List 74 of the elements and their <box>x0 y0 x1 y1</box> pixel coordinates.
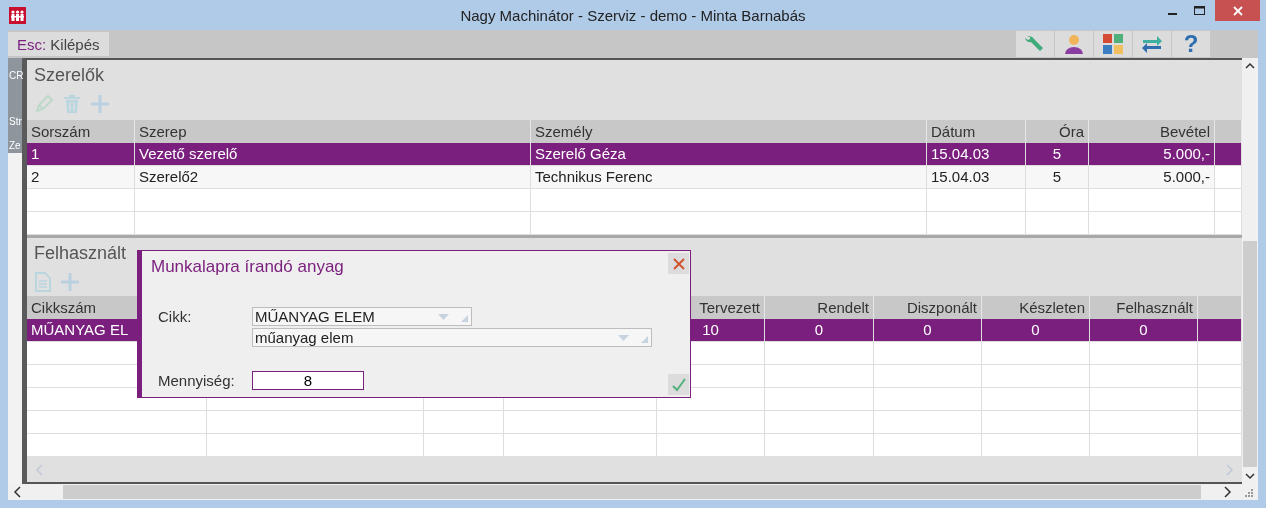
close-icon <box>672 257 685 270</box>
item-code-combo[interactable]: MŰANYAG ELEM <box>252 307 472 326</box>
exit-button[interactable]: Esc: Kilépés <box>8 32 109 56</box>
table-cell: 15.04.03 <box>927 143 1026 166</box>
column-header[interactable]: Felhasznált <box>1090 296 1198 319</box>
table-cell <box>1198 411 1242 434</box>
checkmark-icon <box>671 377 686 392</box>
dropdown-arrow-icon <box>618 335 629 341</box>
modules-button[interactable] <box>1094 31 1132 57</box>
table-cell: 1 <box>27 143 135 166</box>
column-header[interactable]: Rendelt <box>765 296 874 319</box>
minimize-icon <box>1168 13 1177 15</box>
table-cell: 15.04.03 <box>927 166 1026 189</box>
dropdown-arrow-icon <box>438 314 449 320</box>
side-label: Ze <box>9 140 21 151</box>
user-button[interactable] <box>1055 31 1093 57</box>
column-header[interactable]: Diszponált <box>874 296 982 319</box>
close-icon <box>1232 5 1243 16</box>
person-icon <box>1063 34 1085 54</box>
table-cell <box>1198 388 1242 411</box>
table-cell <box>1026 189 1089 212</box>
close-button[interactable] <box>1215 0 1260 21</box>
scroll-right-icon[interactable] <box>1224 486 1232 498</box>
column-header[interactable]: Személy <box>531 120 927 143</box>
side-label: Str <box>9 116 22 127</box>
help-button[interactable]: ? <box>1172 31 1210 57</box>
scroll-left-icon[interactable] <box>13 486 21 498</box>
close-button[interactable] <box>668 253 689 274</box>
table-cell: Vezető szerelő <box>135 143 531 166</box>
column-header[interactable]: Szerep <box>135 120 531 143</box>
table-cell: 5.000,- <box>1089 166 1215 189</box>
confirm-button[interactable] <box>668 374 689 395</box>
app-logo-icon <box>9 6 26 24</box>
quantity-field[interactable]: 8 <box>252 371 364 390</box>
column-header[interactable]: Sorszám <box>27 120 135 143</box>
resize-grip-icon <box>461 315 468 322</box>
table-cell: 2 <box>27 166 135 189</box>
wrench-button[interactable] <box>1016 31 1054 57</box>
wrench-icon <box>1024 34 1046 54</box>
section-title: Felhasznált <box>33 242 127 265</box>
column-header[interactable]: Bevétel <box>1089 120 1215 143</box>
resize-grip-icon <box>641 336 648 343</box>
table-cell: 0 <box>765 319 874 342</box>
swap-arrows-icon <box>1141 34 1163 54</box>
table-cell <box>1026 212 1089 235</box>
scroll-up-icon[interactable] <box>1245 62 1255 69</box>
table-cell: Szerelő Géza <box>531 143 927 166</box>
table-cell: Technikus Ferenc <box>531 166 927 189</box>
table-cell: 0 <box>1090 319 1198 342</box>
column-header[interactable]: Óra <box>1026 120 1089 143</box>
field-label: Mennyiség: <box>157 372 236 389</box>
table-cell: 5 <box>1026 166 1089 189</box>
column-header[interactable]: Készleten <box>982 296 1090 319</box>
maximize-icon <box>1194 5 1205 16</box>
scroll-down-icon[interactable] <box>1245 473 1255 480</box>
table-cell: 0 <box>874 319 982 342</box>
tiles-icon <box>1103 34 1123 54</box>
scrollbar-thumb[interactable] <box>63 485 1201 499</box>
dialog-title: Munkalapra írandó anyag <box>150 256 344 278</box>
section-title: Szerelők <box>33 64 105 87</box>
table-cell: 5.000,- <box>1089 143 1215 166</box>
table-cell <box>1198 365 1242 388</box>
scrollbar-thumb[interactable] <box>1243 241 1257 467</box>
table-cell: Szerelő2 <box>135 166 531 189</box>
resize-grip-icon[interactable] <box>1244 487 1253 497</box>
window-title: Nagy Machinátor - Szerviz - demo - Minta Barnabás <box>460 6 806 24</box>
table-cell <box>1215 189 1242 212</box>
column-header[interactable]: Dátum <box>927 120 1026 143</box>
item-name-combo[interactable]: műanyag elem <box>252 328 652 347</box>
sync-button[interactable] <box>1133 31 1171 57</box>
table-cell <box>1215 212 1242 235</box>
table-cell: 0 <box>982 319 1090 342</box>
table-cell: 5 <box>1026 143 1089 166</box>
table-cell <box>1198 342 1242 365</box>
